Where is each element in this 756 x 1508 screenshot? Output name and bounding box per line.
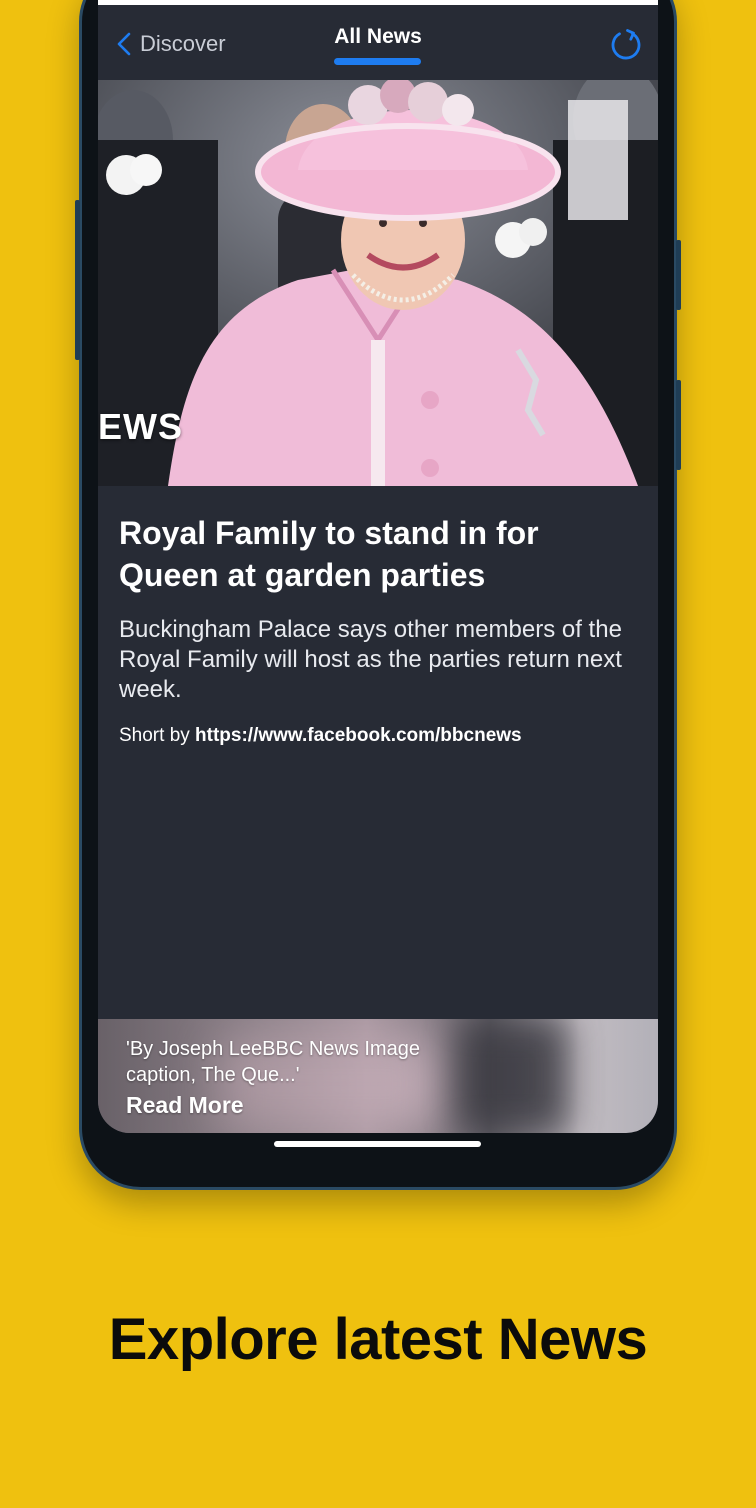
article-byline: Short by https://www.facebook.com/bbcnew… xyxy=(119,723,639,749)
image-watermark: EWS xyxy=(98,406,184,447)
article-image[interactable]: EWS xyxy=(98,80,658,486)
refresh-icon[interactable] xyxy=(608,27,644,63)
phone-screen: Discover All News EWS Royal Family to st… xyxy=(98,0,658,1133)
read-more-card[interactable]: 'By Joseph LeeBBC News Image caption, Th… xyxy=(98,1019,658,1133)
article-excerpt: 'By Joseph LeeBBC News Image caption, Th… xyxy=(126,1038,420,1086)
active-tab-indicator xyxy=(334,58,421,65)
read-more-link[interactable]: Read More xyxy=(126,1092,244,1119)
byline-source-link[interactable]: https://www.facebook.com/bbcnews xyxy=(195,725,522,746)
article-summary: Buckingham Palace says other members of … xyxy=(119,616,622,703)
phone-volume-button xyxy=(75,200,80,360)
article-headline: Royal Family to stand in for Queen at ga… xyxy=(119,515,539,593)
top-navigation-bar: Discover All News xyxy=(98,5,658,80)
promo-tagline: Explore latest News xyxy=(108,1307,648,1372)
page-title: All News xyxy=(334,25,422,48)
byline-prefix: Short by xyxy=(119,725,190,746)
phone-side-button xyxy=(676,240,681,310)
home-indicator[interactable] xyxy=(274,1141,481,1147)
phone-power-button xyxy=(676,380,681,470)
